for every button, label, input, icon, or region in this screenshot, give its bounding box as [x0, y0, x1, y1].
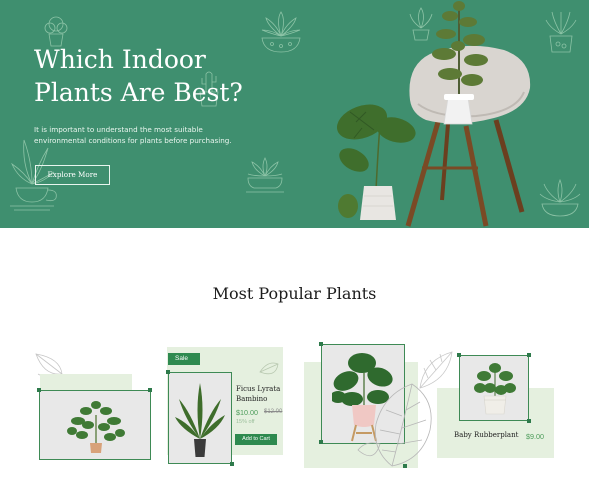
fern-bowl-outline-icon — [538, 176, 582, 220]
hero-title-line: Which Indoor — [34, 45, 206, 74]
monstera-outline-decoration — [356, 380, 436, 470]
potted-plant-photo — [474, 363, 516, 415]
potted-plant-photo — [67, 401, 125, 453]
product-price: $9.00 — [526, 432, 544, 441]
chair-with-plants-image — [326, 0, 536, 228]
frame-corner-marker — [319, 342, 323, 346]
frame-corner-marker — [230, 462, 234, 466]
frame-corner-marker — [457, 353, 461, 357]
frame-corner-marker — [527, 353, 531, 357]
section-title: Most Popular Plants — [212, 284, 377, 303]
discount-label: 15% off — [236, 419, 255, 425]
frame-corner-marker — [166, 370, 170, 374]
product-name[interactable]: Ficus Lyrata Bambino — [236, 385, 280, 404]
explore-more-button[interactable]: Explore More — [35, 165, 110, 185]
product-price: $10.00 — [236, 408, 258, 417]
product-name-line: Bambino — [236, 394, 268, 403]
product-name[interactable]: Baby Rubberplant — [454, 431, 518, 441]
hero-title: Which Indoor Plants Are Best? — [34, 43, 294, 109]
hero-banner: Which Indoor Plants Are Best? It is impo… — [0, 0, 589, 228]
leaf-outline-decoration — [418, 350, 456, 390]
product-image-frame[interactable] — [39, 390, 151, 460]
product-old-price: $12.00 — [264, 409, 283, 415]
succulent-tray-outline-icon — [244, 152, 286, 194]
frame-corner-marker — [148, 388, 152, 392]
hero-description-line: It is important to understand the most s… — [34, 125, 203, 134]
grass-pot-outline-icon — [544, 8, 578, 54]
leaf-outline-decoration — [258, 360, 280, 382]
hero-description: It is important to understand the most s… — [34, 124, 284, 146]
frame-corner-marker — [527, 419, 531, 423]
hero-description-line: environmental conditions for plants befo… — [34, 136, 232, 145]
product-name-line: Ficus Lyrata — [236, 385, 281, 393]
sale-badge: Sale — [168, 353, 200, 365]
product-image-frame[interactable] — [168, 372, 232, 464]
potted-plant-photo — [175, 383, 225, 457]
frame-corner-marker — [37, 388, 41, 392]
add-to-cart-button[interactable]: Add to Cart — [235, 434, 277, 445]
product-image-frame[interactable] — [459, 355, 529, 421]
hero-title-line: Plants Are Best? — [34, 78, 243, 107]
frame-corner-marker — [319, 440, 323, 444]
